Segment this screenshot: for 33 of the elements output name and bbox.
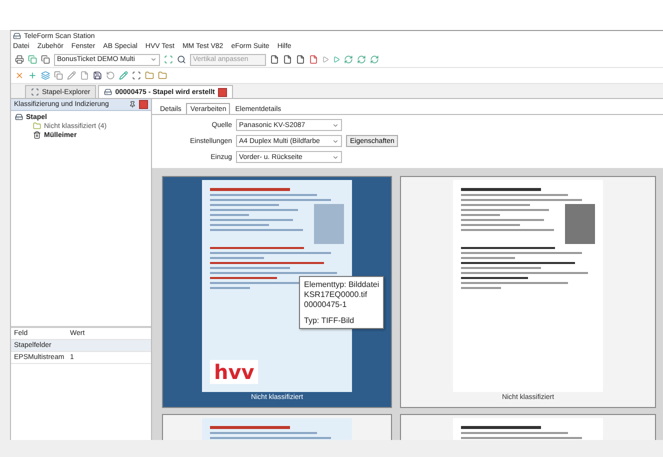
photo-placeholder [565,204,595,244]
batch-icon[interactable] [15,113,23,121]
drive-icon[interactable] [104,88,112,96]
app-icon[interactable] [13,32,21,40]
photo-placeholder [314,204,344,244]
close-icon[interactable] [15,71,24,80]
refresh-icon[interactable] [344,55,353,64]
plus-icon[interactable] [28,71,37,80]
refresh-icon[interactable] [357,55,366,64]
close-icon[interactable] [218,88,227,96]
chevron-down-icon[interactable] [332,122,339,128]
copy-icon[interactable] [54,71,63,80]
chevron-down-icon[interactable] [332,154,339,160]
tooltip: Elementtyp: Bilddatei KSR17EQ0000.tif 00000475-1 Typ: TIFF-Bild [299,276,384,329]
trash-icon[interactable] [33,131,41,139]
printer-icon[interactable] [15,55,24,64]
search-icon[interactable] [177,55,186,64]
document-icon[interactable] [270,55,279,64]
document-icon[interactable] [296,55,305,64]
logo: hvv [210,360,258,384]
pencil-icon[interactable] [67,71,76,80]
pencil-icon[interactable] [119,71,128,80]
folder-icon[interactable] [158,71,167,80]
layers-icon[interactable] [41,71,50,80]
refresh-icon[interactable] [370,55,379,64]
pin-icon[interactable] [129,101,136,108]
copy-icon[interactable] [41,55,50,64]
chevron-down-icon[interactable] [150,56,157,63]
chevron-down-icon[interactable] [332,138,339,144]
save-icon[interactable] [93,71,102,80]
document-icon[interactable] [283,55,292,64]
folder-icon[interactable] [145,71,154,80]
undo-icon[interactable] [106,71,115,80]
